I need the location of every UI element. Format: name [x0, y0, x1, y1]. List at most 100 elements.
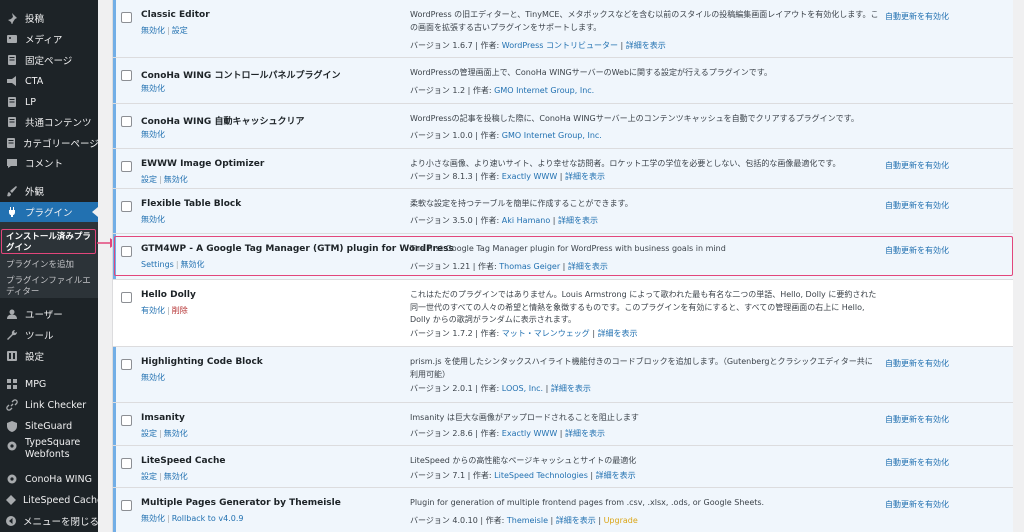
select-plugin-checkbox[interactable]	[121, 12, 132, 23]
plugin-actions: 無効化	[141, 214, 165, 225]
plugin-author-link[interactable]: GMO Internet Group, Inc.	[502, 131, 602, 140]
plugin-action-link[interactable]: 無効化	[141, 130, 165, 139]
plugin-name: Multiple Pages Generator by Themeisle	[141, 498, 341, 508]
plugin-action-link[interactable]: 無効化	[141, 514, 165, 523]
plugin-action-link[interactable]: 設定	[172, 26, 188, 35]
plugin-name: ConoHa WING 自動キャッシュクリア	[141, 117, 305, 127]
plugin-action-link[interactable]: 無効化	[141, 26, 165, 35]
plugin-version: バージョン 1.0.0	[410, 131, 473, 140]
view-details-link[interactable]: 詳細を表示	[556, 516, 596, 525]
enable-auto-update-link[interactable]: 自動更新を有効化	[885, 11, 949, 22]
plugin-author-link[interactable]: Exactly WWW	[502, 429, 557, 438]
enable-auto-update-link[interactable]: 自動更新を有効化	[885, 200, 949, 211]
plugin-action-link[interactable]: 無効化	[181, 260, 205, 269]
sidebar-item-7[interactable]: コメント	[0, 153, 98, 173]
select-plugin-checkbox[interactable]	[121, 116, 132, 127]
sidebar-item-9[interactable]: プラグイン	[0, 202, 98, 222]
author-label: 作者:	[480, 429, 500, 438]
sidebar-item-13[interactable]: MPG	[0, 374, 98, 394]
submenu-add-plugin[interactable]: プラグインを追加	[6, 260, 96, 271]
plugin-description: 柔軟な設定を持つテーブルを簡単に作成することができます。	[410, 199, 633, 208]
enable-auto-update-link[interactable]: 自動更新を有効化	[885, 457, 949, 468]
plugin-version: バージョン 1.2	[410, 86, 466, 95]
select-plugin-checkbox[interactable]	[121, 246, 132, 257]
sidebar-item-11[interactable]: ツール	[0, 325, 98, 345]
select-plugin-checkbox[interactable]	[121, 201, 132, 212]
sidebar-item-8[interactable]: 外観	[0, 181, 98, 201]
enable-auto-update-link[interactable]: 自動更新を有効化	[885, 160, 949, 171]
sidebar-item-10[interactable]: ユーザー	[0, 304, 98, 324]
sidebar-item-2[interactable]: 固定ページ	[0, 50, 98, 70]
select-plugin-checkbox[interactable]	[121, 70, 132, 81]
plugin-action-link[interactable]: 無効化	[164, 429, 188, 438]
enable-auto-update-link[interactable]: 自動更新を有効化	[885, 414, 949, 425]
plugin-author-link[interactable]: GMO Internet Group, Inc.	[494, 86, 594, 95]
view-details-link[interactable]: 詳細を表示	[565, 429, 605, 438]
table-row: EWWW Image Optimizer 設定 | 無効化 より小さな画像、より速いサイ…	[113, 149, 1013, 189]
plugin-action-link[interactable]: 無効化	[164, 175, 188, 184]
sidebar-item-5[interactable]: 共通コンテンツ	[0, 112, 98, 132]
plugin-action-link[interactable]: Settings	[141, 260, 174, 269]
view-details-link[interactable]: 詳細を表示	[596, 471, 636, 480]
plugin-action-link[interactable]: Rollback to v4.0.9	[172, 514, 244, 523]
view-details-link[interactable]: 詳細を表示	[626, 41, 666, 50]
plugin-action-link[interactable]: 無効化	[164, 472, 188, 481]
sidebar-item-4[interactable]: LP	[0, 92, 98, 112]
plugin-author-link[interactable]: LOOS, Inc.	[502, 384, 543, 393]
plugin-action-link[interactable]: 無効化	[141, 373, 165, 382]
select-plugin-checkbox[interactable]	[121, 415, 132, 426]
enable-auto-update-link[interactable]: 自動更新を有効化	[885, 245, 949, 256]
sidebar-item-3[interactable]: CTA	[0, 71, 98, 91]
plugin-author-link[interactable]: WordPress コントリビューター	[502, 41, 618, 50]
enable-auto-update-link[interactable]: 自動更新を有効化	[885, 499, 949, 510]
plugin-description: より小さな画像、より速いサイト、より幸せな訪問者。ロケット工学の学位を必要としな…	[410, 159, 841, 168]
plugin-author-link[interactable]: Aki Hamano	[502, 216, 550, 225]
sidebar-item-17[interactable]: ConoHa WING	[0, 469, 98, 489]
table-row: Imsanity 設定 | 無効化 Imsanity は巨大な画像がアップロードされるこ…	[113, 403, 1013, 446]
view-details-link[interactable]: 詳細を表示	[558, 216, 598, 225]
meta-separator: |	[477, 516, 486, 525]
plugin-meta: バージョン 2.0.1 | 作者: LOOS, Inc. | 詳細を表示	[410, 383, 591, 394]
meta-separator: |	[472, 216, 481, 225]
select-plugin-checkbox[interactable]	[121, 500, 132, 511]
meta-separator: |	[560, 262, 568, 271]
select-plugin-checkbox[interactable]	[121, 161, 132, 172]
select-plugin-checkbox[interactable]	[121, 359, 132, 370]
upgrade-link[interactable]: Upgrade	[604, 516, 638, 525]
plugin-author-link[interactable]: Exactly WWW	[502, 172, 557, 181]
sidebar-item-14[interactable]: Link Checker	[0, 395, 98, 415]
sidebar-item-0[interactable]: 投稿	[0, 8, 98, 28]
plugin-version: バージョン 2.8.6	[410, 429, 473, 438]
select-plugin-checkbox[interactable]	[121, 458, 132, 469]
meta-separator: |	[472, 131, 481, 140]
plugin-action-link[interactable]: 設定	[141, 175, 157, 184]
sidebar-item-18[interactable]: LiteSpeed Cache	[0, 490, 98, 510]
plugin-author-link[interactable]: Thomas Geiger	[499, 262, 560, 271]
plugin-author-link[interactable]: マット・マレンウェッグ	[502, 329, 590, 338]
plugin-action-link[interactable]: 設定	[141, 429, 157, 438]
plugin-action-link[interactable]: 無効化	[141, 84, 165, 93]
view-details-link[interactable]: 詳細を表示	[551, 384, 591, 393]
enable-auto-update-link[interactable]: 自動更新を有効化	[885, 358, 949, 369]
select-plugin-checkbox[interactable]	[121, 292, 132, 303]
plugin-action-link[interactable]: 無効化	[141, 215, 165, 224]
sidebar-item-6[interactable]: カテゴリーページ	[0, 133, 98, 153]
sidebar-item-12[interactable]: 設定	[0, 346, 98, 366]
sidebar-item-19[interactable]: メニューを閉じる	[0, 511, 98, 531]
plugin-author-link[interactable]: Themeisle	[507, 516, 548, 525]
shield-icon	[5, 419, 19, 433]
sidebar-item-15[interactable]: SiteGuard	[0, 416, 98, 436]
plugin-action-link[interactable]: 削除	[172, 306, 188, 315]
page-icon	[5, 95, 19, 109]
sidebar-item-16[interactable]: TypeSquare Webfonts	[0, 437, 98, 465]
view-details-link[interactable]: 詳細を表示	[598, 329, 638, 338]
submenu-plugin-file-editor[interactable]: プラグインファイルエディター	[6, 276, 96, 298]
plugin-action-link[interactable]: 有効化	[141, 306, 165, 315]
view-details-link[interactable]: 詳細を表示	[568, 262, 608, 271]
plugin-version: バージョン 8.1.3	[410, 172, 473, 181]
plugin-author-link[interactable]: LiteSpeed Technologies	[494, 471, 588, 480]
view-details-link[interactable]: 詳細を表示	[565, 172, 605, 181]
author-label: 作者:	[480, 41, 500, 50]
sidebar-item-1[interactable]: メディア	[0, 29, 98, 49]
plugin-action-link[interactable]: 設定	[141, 472, 157, 481]
